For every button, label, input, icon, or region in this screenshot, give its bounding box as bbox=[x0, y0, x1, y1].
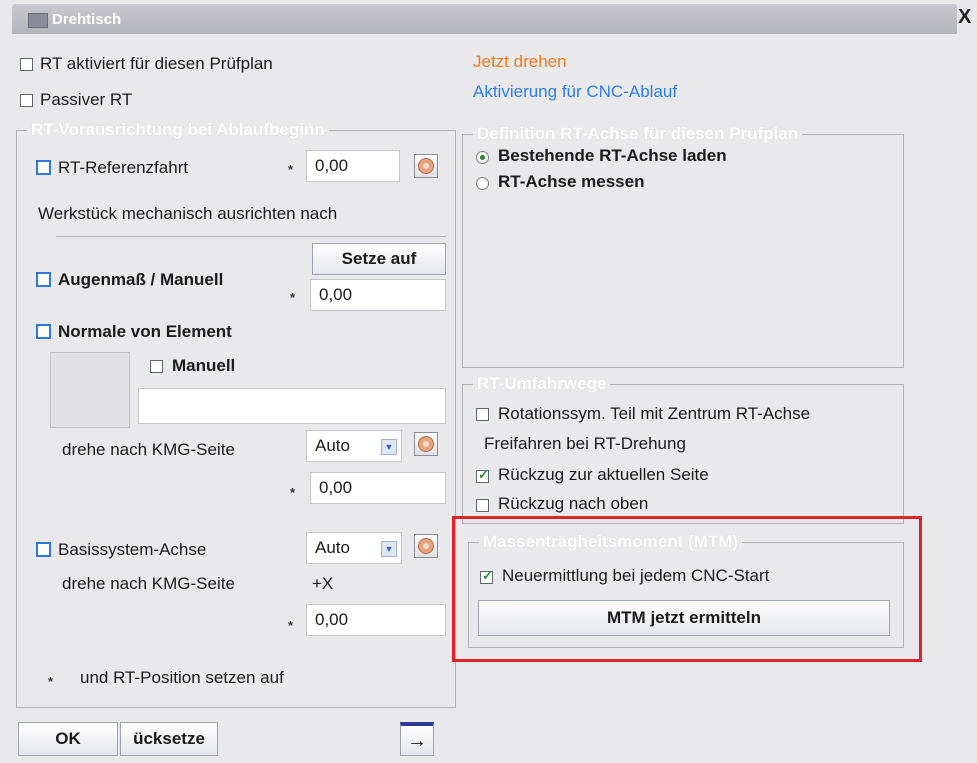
checkmark-icon: ✓ bbox=[478, 467, 489, 482]
retract-top-checkbox[interactable] bbox=[476, 499, 489, 512]
free-run-text: Freifahren bei RT-Drehung bbox=[484, 434, 686, 453]
passive-rt-checkbox[interactable] bbox=[20, 94, 33, 107]
axis-definition-group-title: Definition RT-Achse für diesen Prüfplan bbox=[473, 124, 803, 144]
rotate-icon bbox=[418, 538, 434, 554]
title-bar: Drehtisch bbox=[12, 4, 957, 34]
retract-current-checkbox[interactable]: ✓ bbox=[476, 467, 489, 483]
retract-top-label: Rückzug nach oben bbox=[498, 494, 649, 513]
axis-definition-group: Definition RT-Achse für diesen Prüfplan bbox=[462, 124, 904, 368]
rotation-sym-checkbox[interactable] bbox=[476, 408, 489, 421]
reference-run-checkbox[interactable] bbox=[36, 160, 51, 175]
element-normal-label: Normale von Element bbox=[58, 322, 232, 341]
chevron-down-icon: ▼ bbox=[381, 541, 397, 557]
base-axis-select[interactable]: Auto ▼ bbox=[306, 532, 402, 564]
reference-run-rotate-button[interactable] bbox=[414, 154, 438, 178]
window-icon bbox=[28, 13, 48, 28]
dialog-window: Drehtisch X RT aktiviert für diesen Prüf… bbox=[0, 0, 977, 763]
align-text: Werkstück mechanisch ausrichten nach bbox=[38, 204, 338, 223]
rotate-side-star-2: * bbox=[288, 618, 294, 633]
base-axis-label: Basissystem-Achse bbox=[58, 540, 207, 559]
exit-arrow-icon: → bbox=[407, 730, 427, 752]
element-field[interactable] bbox=[138, 388, 446, 424]
element-preview[interactable] bbox=[50, 352, 130, 428]
rotate-side-input-2[interactable]: 0,00 bbox=[306, 604, 446, 636]
window-title: Drehtisch bbox=[52, 11, 122, 28]
rotate-side-axis: +X bbox=[312, 574, 334, 593]
retract-current-label: Rückzug zur aktuellen Seite bbox=[498, 465, 709, 484]
rotation-sym-label: Rotationssym. Teil mit Zentrum RT-Achse bbox=[498, 404, 811, 423]
activation-cnc-link[interactable]: Aktivierung für CNC-Ablauf bbox=[473, 82, 677, 102]
base-axis-select-value: Auto bbox=[315, 538, 350, 557]
alignment-group-title: RT-Vorausrichtung bei Ablaufbeginn bbox=[27, 120, 329, 140]
exit-button[interactable]: → bbox=[400, 722, 434, 756]
base-axis-checkbox[interactable] bbox=[36, 542, 51, 557]
measure-axis-radio[interactable] bbox=[476, 177, 489, 190]
reference-run-star: * bbox=[288, 162, 294, 177]
base-axis-rotate-button[interactable] bbox=[414, 534, 438, 558]
load-axis-radio[interactable] bbox=[476, 151, 489, 164]
position-text: und RT-Position setzen auf bbox=[80, 668, 284, 687]
close-icon[interactable]: X bbox=[958, 6, 971, 29]
rotate-side-label-2: drehe nach KMG-Seite bbox=[62, 574, 235, 593]
rotate-side-label-1: drehe nach KMG-Seite bbox=[62, 440, 235, 459]
reset-button[interactable]: ücksetze bbox=[120, 722, 218, 756]
rotate-icon bbox=[418, 158, 434, 174]
rotate-side-select-1[interactable]: Auto ▼ bbox=[306, 430, 402, 462]
load-axis-label: Bestehende RT-Achse laden bbox=[498, 146, 727, 165]
rotate-side-rotate-button-1[interactable] bbox=[414, 432, 438, 456]
eye-manual-star: * bbox=[290, 290, 296, 305]
set-to-button[interactable]: Setze auf bbox=[312, 243, 446, 275]
rotate-side-select-1-value: Auto bbox=[315, 436, 350, 455]
separator-line bbox=[56, 236, 446, 237]
rotate-icon bbox=[418, 436, 434, 452]
rotate-now-link[interactable]: Jetzt drehen bbox=[473, 52, 567, 72]
ok-button[interactable]: OK bbox=[18, 722, 118, 756]
reference-run-label: RT-Referenzfahrt bbox=[58, 158, 189, 177]
passive-rt-label: Passiver RT bbox=[40, 90, 133, 109]
position-star: * bbox=[48, 674, 54, 689]
measure-axis-label: RT-Achse messen bbox=[498, 172, 645, 191]
reference-run-input[interactable]: 0,00 bbox=[306, 150, 400, 182]
chevron-down-icon: ▼ bbox=[381, 439, 397, 455]
rt-activated-checkbox[interactable] bbox=[20, 58, 33, 71]
rotate-side-star-1: * bbox=[290, 485, 296, 500]
highlight-box bbox=[452, 516, 922, 662]
rotate-side-input-1[interactable]: 0,00 bbox=[310, 472, 446, 504]
manual-checkbox[interactable] bbox=[150, 360, 163, 373]
manual-label: Manuell bbox=[172, 356, 236, 375]
paths-group-title: RT-Umfahrwege bbox=[473, 374, 611, 394]
eye-manual-checkbox[interactable] bbox=[36, 272, 51, 287]
element-normal-checkbox[interactable] bbox=[36, 324, 51, 339]
eye-manual-input[interactable]: 0,00 bbox=[310, 279, 446, 311]
eye-manual-label: Augenmaß / Manuell bbox=[58, 270, 224, 289]
dialog-body: RT aktiviert für diesen Prüfplan Passive… bbox=[0, 34, 977, 763]
rt-activated-label: RT aktiviert für diesen Prüfplan bbox=[40, 54, 273, 73]
